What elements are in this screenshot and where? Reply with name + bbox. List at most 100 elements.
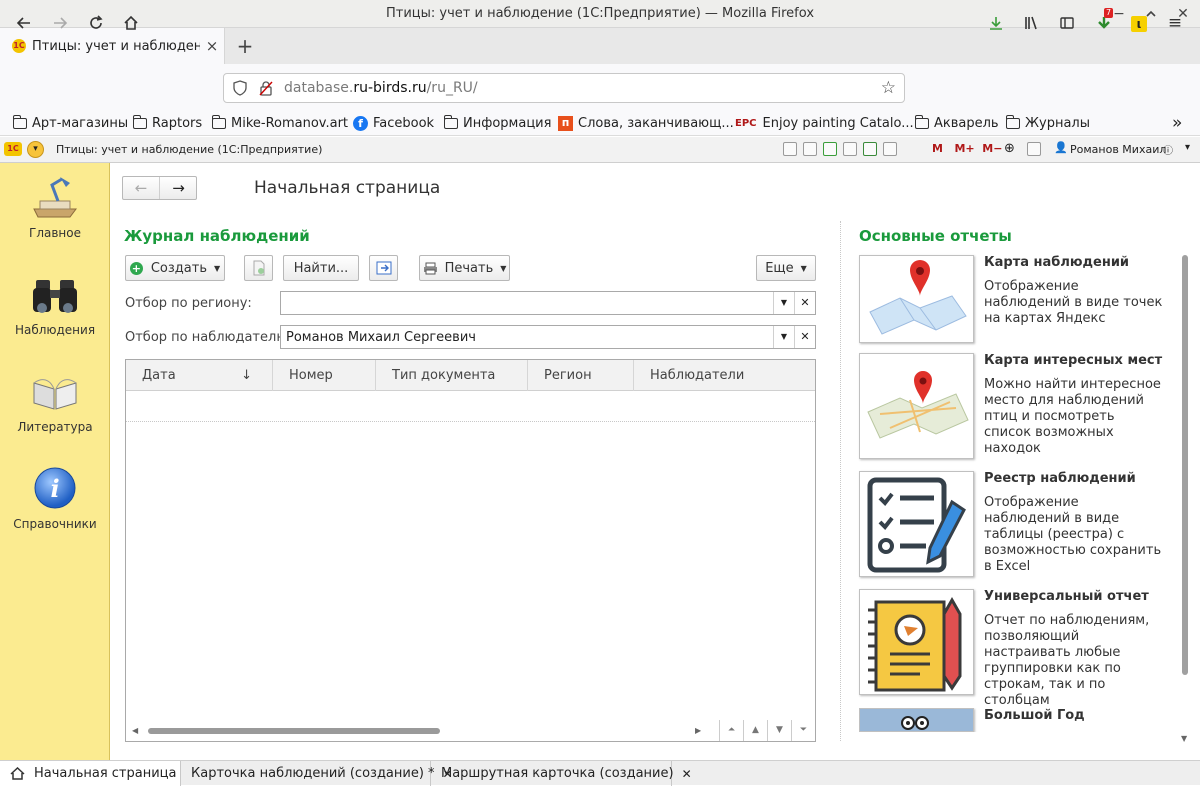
- sidebar-item-observations[interactable]: Наблюдения: [0, 272, 110, 337]
- bookmark-words[interactable]: п Слова, заканчивающ...: [558, 110, 734, 136]
- column-header-number[interactable]: Номер: [273, 360, 376, 391]
- memory-minus-icon[interactable]: M−: [982, 142, 1002, 155]
- clear-icon[interactable]: ✕: [794, 326, 815, 348]
- bookmark-facebook[interactable]: f Facebook: [353, 110, 434, 136]
- export-button[interactable]: [369, 255, 398, 281]
- column-header-observers[interactable]: Наблюдатели: [634, 360, 815, 391]
- star-bookmark-icon[interactable]: ☆: [881, 78, 896, 98]
- main-menu-icon[interactable]: ▾: [27, 141, 44, 158]
- preview-icon[interactable]: [843, 142, 857, 156]
- column-header-doc-type[interactable]: Тип документа: [376, 360, 528, 391]
- map-pin-icon[interactable]: [859, 255, 974, 343]
- scroll-down-icon[interactable]: ▼: [1181, 734, 1187, 743]
- calculator-icon[interactable]: [863, 142, 877, 156]
- report-title[interactable]: Реестр наблюдений: [984, 471, 1136, 486]
- panels-icon[interactable]: [1027, 142, 1041, 156]
- user-name: Романов Михаил: [1070, 143, 1167, 156]
- zoom-icon[interactable]: ⊕: [1004, 141, 1015, 156]
- bookmark-watercolor[interactable]: Акварель: [915, 110, 999, 136]
- prev-row-icon[interactable]: ▲: [743, 720, 767, 741]
- menu-hamburger-icon[interactable]: ≡: [1162, 10, 1188, 36]
- insecure-lock-icon[interactable]: [258, 80, 274, 96]
- dropdown-arrow-icon[interactable]: ▼: [773, 326, 794, 348]
- next-row-icon[interactable]: ▼: [767, 720, 791, 741]
- window-tab-route-card[interactable]: Маршрутная карточка (создание) ✕: [431, 761, 692, 786]
- report-title[interactable]: Универсальный отчет: [984, 589, 1149, 604]
- find-button[interactable]: Найти...: [283, 255, 359, 281]
- reload-icon[interactable]: [83, 10, 109, 36]
- import-icon[interactable]: [823, 142, 837, 156]
- journal-table[interactable]: Дата ↓ Номер Тип документа Регион Наблюд…: [125, 359, 816, 742]
- sidebar-item-literature[interactable]: Литература: [0, 369, 110, 434]
- bookmark-raptors[interactable]: Raptors: [133, 110, 202, 136]
- sidebar-item-references[interactable]: i Справочники: [0, 466, 110, 531]
- onec-logo-icon: 1С: [4, 142, 22, 156]
- save-icon[interactable]: [783, 142, 797, 156]
- dropdown-arrow-icon[interactable]: ▼: [773, 292, 794, 314]
- scroll-thumb[interactable]: [148, 728, 440, 734]
- checklist-pencil-icon[interactable]: [859, 471, 974, 577]
- report-description: Отображение наблюдений в виде точек на к…: [984, 279, 1163, 326]
- report-universal[interactable]: Универсальный отчет Отчет по наблюдениям…: [859, 589, 1159, 708]
- create-button[interactable]: + Создать ▼: [125, 255, 225, 281]
- library-icon[interactable]: [1018, 10, 1044, 36]
- sidebar-item-label: Наблюдения: [14, 323, 96, 337]
- bookmarks-overflow-icon[interactable]: »: [1172, 110, 1182, 136]
- extension-yellow-icon[interactable]: ι: [1126, 10, 1152, 36]
- report-title[interactable]: Карта интересных мест: [984, 353, 1162, 368]
- table-row[interactable]: [126, 391, 815, 422]
- bird-notebook-icon[interactable]: [859, 589, 974, 695]
- sidebar-item-main[interactable]: Главное: [0, 175, 110, 240]
- calendar-icon[interactable]: [883, 142, 897, 156]
- report-title[interactable]: Большой Год: [984, 708, 1085, 723]
- forward-icon[interactable]: [47, 10, 73, 36]
- print-icon[interactable]: [803, 142, 817, 156]
- column-header-region[interactable]: Регион: [528, 360, 634, 391]
- memory-icon[interactable]: M: [932, 142, 943, 155]
- memory-plus-icon[interactable]: M+: [954, 142, 974, 155]
- bookmark-journals[interactable]: Журналы: [1006, 110, 1090, 136]
- download-icon[interactable]: [983, 10, 1009, 36]
- close-icon[interactable]: ✕: [682, 767, 692, 781]
- bookmark-art-shops[interactable]: Арт-магазины: [13, 110, 128, 136]
- print-button[interactable]: Печать ▼: [419, 255, 510, 281]
- report-observations-registry[interactable]: Реестр наблюдений Отображение наблюдений…: [859, 471, 1161, 589]
- scroll-left-icon[interactable]: ◀: [132, 726, 138, 735]
- copy-button[interactable]: [244, 255, 273, 281]
- observer-filter-input[interactable]: Романов Михаил Сергеевич ▼ ✕: [280, 325, 816, 349]
- window-tab-observation-card[interactable]: Карточка наблюдений (создание) * ✕: [181, 761, 453, 786]
- info-menu-icon[interactable]: ⓘ: [1163, 142, 1173, 157]
- vertical-scroll-thumb[interactable]: [1182, 255, 1188, 675]
- url-bar[interactable]: database.ru-birds.ru/ru_RU/ ☆: [223, 73, 905, 103]
- report-interesting-places[interactable]: Карта интересных мест Можно найти интере…: [859, 353, 1162, 471]
- horizontal-scrollbar[interactable]: ◀ ▶: [126, 722, 718, 740]
- bookmark-mike-romanov[interactable]: Mike-Romanov.art: [212, 110, 348, 136]
- last-row-icon[interactable]: ⏷: [791, 720, 815, 741]
- city-map-pin-icon[interactable]: [859, 353, 974, 459]
- chevron-down-icon[interactable]: ▾: [1185, 142, 1190, 153]
- page-back-icon[interactable]: ←: [123, 177, 160, 199]
- window-tab-home[interactable]: Начальная страница: [0, 761, 181, 786]
- owls-icon[interactable]: [859, 708, 974, 732]
- page-forward-icon[interactable]: →: [160, 177, 197, 199]
- back-icon[interactable]: [11, 10, 37, 36]
- bookmark-enjoy-painting[interactable]: EPC Enjoy painting Catalo...: [735, 110, 914, 136]
- sidebar-item-label: Справочники: [13, 517, 97, 531]
- report-title[interactable]: Карта наблюдений: [984, 255, 1129, 270]
- sidebar-toggle-icon[interactable]: [1054, 10, 1080, 36]
- home-icon[interactable]: [118, 10, 144, 36]
- column-header-date[interactable]: Дата ↓: [126, 360, 273, 391]
- home-icon: [10, 767, 25, 780]
- clear-icon[interactable]: ✕: [794, 292, 815, 314]
- shield-icon[interactable]: [232, 80, 248, 96]
- scroll-right-icon[interactable]: ▶: [695, 726, 701, 735]
- new-tab-icon[interactable]: +: [233, 28, 257, 64]
- more-button[interactable]: Еще ▼: [756, 255, 816, 281]
- table-header: Дата ↓ Номер Тип документа Регион Наблюд…: [126, 360, 815, 391]
- tab-close-icon[interactable]: ×: [200, 37, 224, 55]
- extension-download-icon[interactable]: 7: [1091, 8, 1117, 36]
- first-row-icon[interactable]: ⏶: [719, 720, 743, 741]
- report-big-year[interactable]: Большой Год: [859, 708, 1159, 732]
- bookmark-info[interactable]: Информация: [444, 110, 551, 136]
- region-filter-input[interactable]: ▼ ✕: [280, 291, 816, 315]
